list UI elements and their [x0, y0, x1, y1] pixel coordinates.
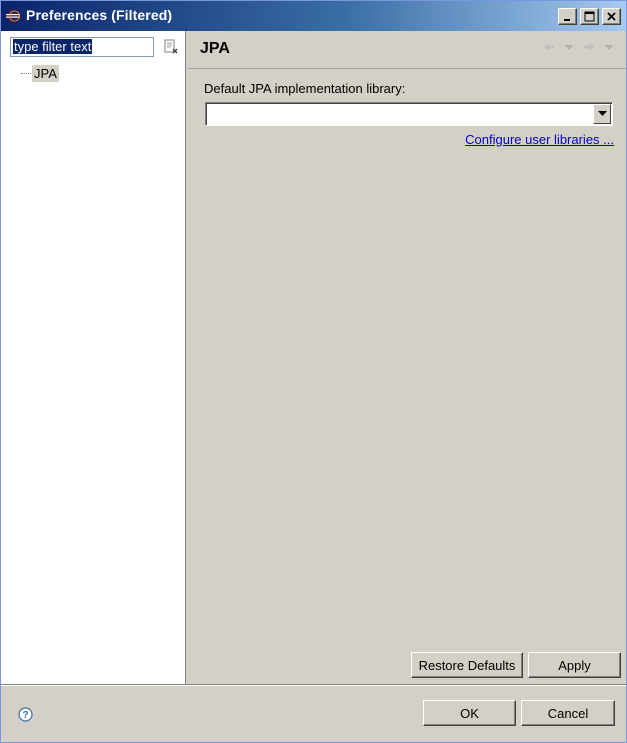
back-arrow-icon[interactable]: [542, 40, 556, 54]
eclipse-icon: [5, 8, 21, 24]
clear-filter-icon[interactable]: [163, 39, 179, 55]
tree-item-jpa[interactable]: JPA: [32, 65, 59, 82]
forward-arrow-icon[interactable]: [582, 40, 596, 54]
window-title: Preferences (Filtered): [26, 7, 173, 23]
maximize-button[interactable]: [580, 8, 599, 25]
close-button[interactable]: [602, 8, 621, 25]
restore-defaults-button[interactable]: Restore Defaults: [411, 652, 523, 678]
footer-divider: [1, 684, 626, 686]
back-dropdown-icon[interactable]: [562, 40, 576, 54]
forward-dropdown-icon[interactable]: [602, 40, 616, 54]
minimize-button[interactable]: [558, 8, 577, 25]
svg-text:?: ?: [22, 710, 28, 721]
page-title: JPA: [200, 40, 230, 57]
minimize-icon: [564, 19, 570, 21]
tree-connector: [21, 73, 31, 75]
page-header: JPA: [188, 31, 626, 69]
preference-page: JPA Default JPA implementation library:: [188, 31, 626, 684]
configure-user-libraries-link[interactable]: Configure user libraries ...: [465, 132, 614, 147]
title-bar[interactable]: Preferences (Filtered): [1, 1, 626, 31]
chevron-down-icon: [597, 111, 607, 116]
preference-tree-pane: type filter text JPA: [1, 31, 186, 684]
preferences-window: Preferences (Filtered) type filter text …: [0, 0, 627, 743]
combo-dropdown-button[interactable]: [593, 104, 611, 124]
apply-button[interactable]: Apply: [528, 652, 621, 678]
cancel-button[interactable]: Cancel: [521, 700, 615, 726]
close-icon: [607, 12, 616, 21]
filter-input[interactable]: type filter text: [10, 37, 154, 57]
ok-button[interactable]: OK: [423, 700, 516, 726]
history-nav: [542, 40, 616, 54]
maximize-icon: [584, 11, 595, 22]
jpa-library-label: Default JPA implementation library:: [204, 81, 406, 96]
jpa-library-combo[interactable]: [205, 102, 613, 126]
filter-input-text: type filter text: [13, 39, 93, 54]
help-icon[interactable]: ?: [18, 707, 33, 722]
